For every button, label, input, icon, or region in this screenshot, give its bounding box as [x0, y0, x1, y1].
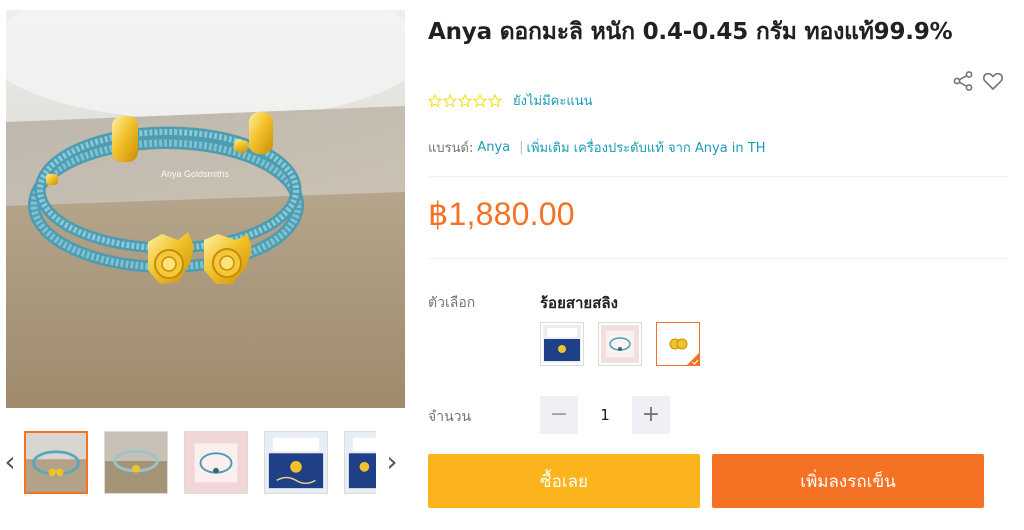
- product-main-image[interactable]: Anya Goldsmiths: [6, 10, 405, 408]
- add-to-cart-button[interactable]: เพิ่มลงรถเข็น: [712, 454, 984, 508]
- quantity-decrease-button[interactable]: −: [540, 396, 578, 434]
- thumbnail-viewport: [24, 431, 376, 496]
- option-selected-value: ร้อยสายสลิง: [540, 294, 618, 312]
- product-actions: [952, 70, 1004, 92]
- thumbnail-bracelet-box-image: [105, 432, 167, 493]
- minus-icon: −: [549, 402, 569, 427]
- brand-separator: |: [519, 140, 524, 155]
- star-empty-icon: [488, 93, 502, 108]
- thumbnail-2[interactable]: [104, 431, 168, 494]
- thumbnail-next-button[interactable]: ›: [382, 440, 402, 484]
- variant-gold-charm[interactable]: [656, 322, 700, 366]
- image-watermark: Anya Goldsmiths: [161, 169, 230, 179]
- product-price: ฿1,880.00: [428, 196, 575, 232]
- brand-label: แบรนด์:: [428, 141, 474, 156]
- product-title: Anya ดอกมะลิ หนัก 0.4-0.45 กรัม ทองแท้99…: [428, 19, 953, 45]
- thumbnail-5[interactable]: [344, 431, 376, 494]
- thumbnail-1[interactable]: [24, 431, 88, 494]
- chevron-right-icon: ›: [386, 445, 398, 478]
- thumbnail-prev-button[interactable]: ‹: [0, 440, 20, 484]
- bracelet-photo: [6, 10, 405, 408]
- thumbnail-certificate-2-image: [345, 432, 376, 493]
- no-rating-link[interactable]: ยังไม่มีคะแนน: [513, 90, 592, 111]
- plus-icon: +: [641, 402, 661, 427]
- divider: [428, 176, 1008, 177]
- quantity-increase-button[interactable]: +: [632, 396, 670, 434]
- star-empty-icon: [443, 93, 457, 108]
- thumbnail-4[interactable]: [264, 431, 328, 494]
- variant-list: [540, 322, 700, 366]
- quantity-label: จำนวน: [428, 409, 472, 425]
- thumbnail-bracelet-front-image: [26, 433, 86, 492]
- thumbnail-strip: ‹ ›: [0, 424, 410, 502]
- option-label: ตัวเลือก: [428, 295, 476, 311]
- variant-certificate-image: [543, 325, 581, 363]
- thumbnail-pink-box-image: [185, 432, 247, 493]
- thumbnail-certificate-image: [265, 432, 327, 493]
- star-empty-icon: [458, 93, 472, 108]
- thumbnail-3[interactable]: [184, 431, 248, 494]
- variant-pink-box-image: [601, 325, 639, 363]
- more-from-brand-link[interactable]: เพิ่มเติม เครื่องประดับแท้ จาก Anya in T…: [527, 137, 766, 158]
- star-empty-icon: [473, 93, 487, 108]
- star-empty-icon: [428, 93, 442, 108]
- variant-certificate[interactable]: [540, 322, 584, 366]
- quantity-stepper: − +: [540, 396, 670, 434]
- variant-pink-box[interactable]: [598, 322, 642, 366]
- selected-check-icon: [686, 352, 700, 366]
- brand-row: แบรนด์: Anya | เพิ่มเติม เครื่องประดับแท…: [428, 137, 766, 158]
- buy-now-button[interactable]: ซื้อเลย: [428, 454, 700, 508]
- share-icon[interactable]: [952, 70, 974, 92]
- divider: [428, 258, 1008, 259]
- rating-stars: [428, 93, 502, 108]
- chevron-left-icon: ‹: [4, 445, 16, 478]
- quantity-input[interactable]: [578, 396, 632, 434]
- heart-icon[interactable]: [982, 70, 1004, 92]
- rating-row: ยังไม่มีคะแนน: [428, 90, 592, 111]
- brand-link[interactable]: Anya: [477, 140, 510, 155]
